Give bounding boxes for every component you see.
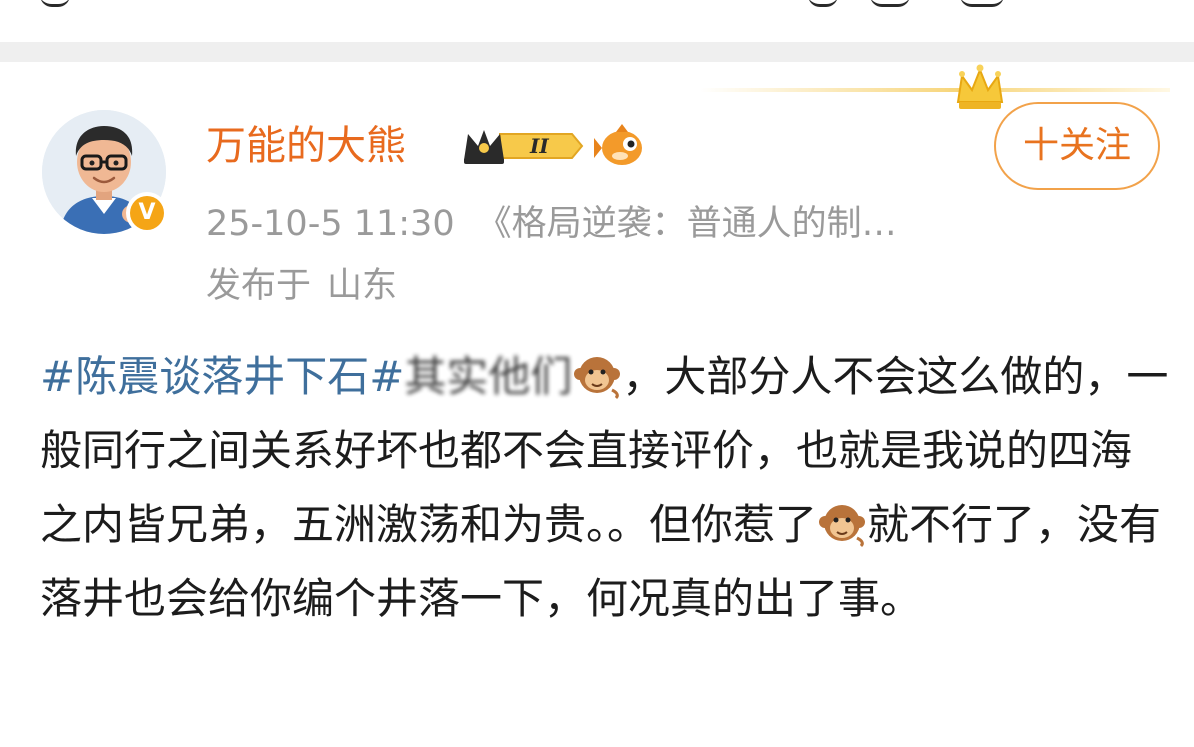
post-source-link[interactable]: 《格局逆袭：普通人的制… bbox=[477, 204, 897, 244]
post-time: 25-10-5 11:30 bbox=[206, 204, 455, 244]
post-location: 发布于 山东 bbox=[206, 260, 397, 312]
hashtag-link[interactable]: #陈震谈落井下石# bbox=[40, 352, 404, 401]
post-text-blurred: 其实他们 bbox=[404, 352, 573, 401]
header-decoration-line bbox=[700, 88, 1170, 92]
monkey-emoji-icon bbox=[819, 505, 866, 548]
cutoff-glyph bbox=[40, 0, 70, 7]
vip-level-text: II bbox=[529, 134, 549, 158]
previous-content-strip bbox=[0, 0, 1194, 42]
crown-decoration-icon bbox=[956, 64, 1004, 109]
post-body: #陈震谈落井下石#其实他们 ，大部分人不会这么做的，一般同行之间关系好坏也都不会… bbox=[40, 340, 1170, 636]
verified-badge-letter: V bbox=[130, 196, 164, 230]
vip-level-badge-icon: II bbox=[464, 130, 584, 164]
weibo-post-screen: V 万能的大熊 II 十关注 25-10-5 11:30 《格局逆袭：普通人的制…… bbox=[0, 0, 1194, 747]
cutoff-glyph bbox=[808, 0, 838, 7]
author-name[interactable]: 万能的大熊 bbox=[206, 118, 406, 174]
cutoff-glyph bbox=[870, 0, 910, 7]
verified-badge-icon: V bbox=[126, 192, 168, 234]
location-prefix: 发布于 bbox=[206, 266, 312, 306]
follow-button[interactable]: 十关注 bbox=[994, 102, 1160, 190]
section-divider bbox=[0, 42, 1194, 62]
cutoff-glyph bbox=[960, 0, 1004, 7]
post-meta: 25-10-5 11:30 《格局逆袭：普通人的制… bbox=[206, 196, 897, 252]
location-name: 山东 bbox=[327, 266, 398, 306]
fish-fan-badge-icon bbox=[594, 124, 642, 165]
monkey-emoji-icon bbox=[574, 357, 621, 400]
